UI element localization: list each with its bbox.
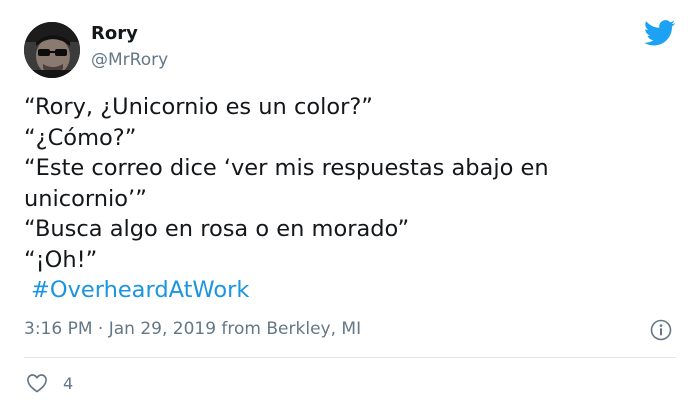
twitter-bird-icon[interactable] [644,20,676,46]
tweet-card: Rory @MrRory “Rory, ¿Unicornio es un col… [0,0,700,410]
display-name[interactable]: Rory [91,23,138,44]
tweet-line: “Este correo dice ‘ver mis respuestas ab… [24,155,549,181]
tweet-line: “¿Cómo?” [24,124,137,151]
divider [24,357,676,358]
tweet-timestamp[interactable]: 3:16 PM · Jan 29, 2019 from Berkley, MI [24,319,361,339]
info-icon[interactable] [650,319,672,341]
avatar[interactable] [24,22,80,78]
heart-icon[interactable] [26,373,48,393]
tweet-line: “Rory, ¿Unicornio es un color?” [24,94,373,120]
tweet-text: “Rory, ¿Unicornio es un color?” “¿Cómo?”… [24,92,674,306]
tweet-line: “¡Oh!” [24,246,98,273]
tweet-line: “Busca algo en rosa o en morado” [24,216,410,242]
like-count: 4 [63,373,74,393]
like-button[interactable]: 4 [26,372,73,394]
hashtag-link[interactable]: #OverheardAtWork [31,275,249,306]
tweet-line: unicornio’” [24,185,147,212]
user-handle[interactable]: @MrRory [91,50,168,70]
